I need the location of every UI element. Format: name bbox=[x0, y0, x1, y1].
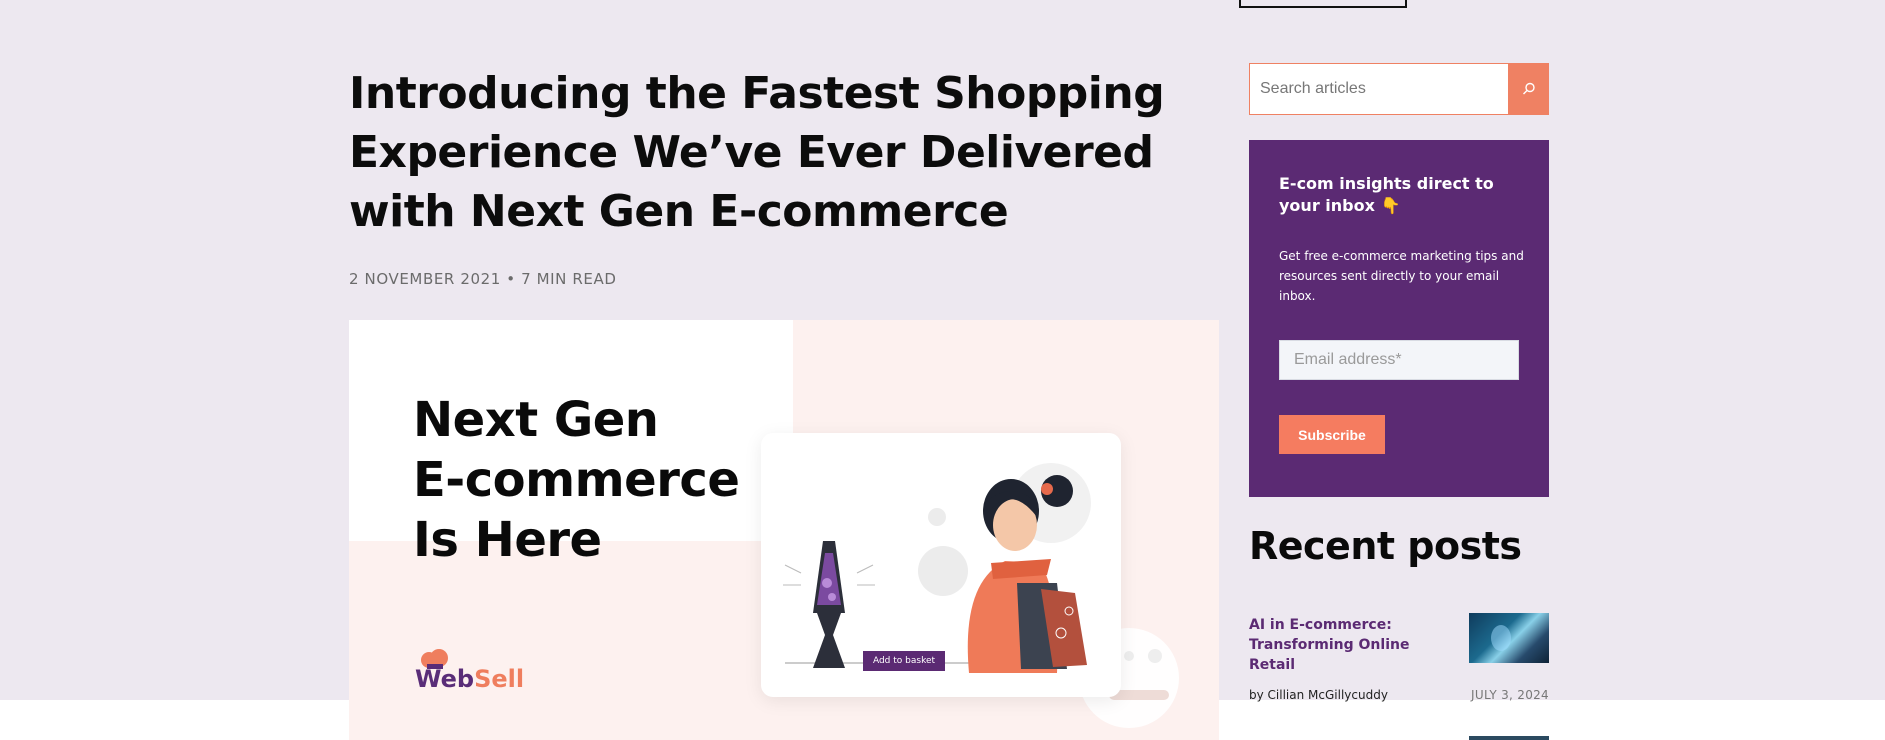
search-button[interactable] bbox=[1508, 63, 1549, 115]
article-date: 2 NOVEMBER 2021 bbox=[349, 270, 501, 288]
subscribe-button[interactable]: Subscribe bbox=[1279, 415, 1385, 454]
search-input[interactable] bbox=[1250, 64, 1508, 114]
recent-post-link[interactable]: AI in E-commerce: Transforming Online Re… bbox=[1249, 615, 1449, 675]
recent-posts-title: Recent posts bbox=[1249, 524, 1522, 568]
recent-post-date: JULY 3, 2024 bbox=[1471, 688, 1549, 702]
email-field[interactable] bbox=[1279, 340, 1519, 380]
meta-separator: • bbox=[506, 270, 516, 288]
add-to-basket-label: Add to basket bbox=[872, 656, 936, 666]
hero-image: Next Gen E-commerce Is Here Add to baske… bbox=[349, 320, 1219, 740]
search-box bbox=[1249, 63, 1549, 115]
lava-lamp-icon bbox=[783, 541, 875, 668]
newsletter-box: E-com insights direct to your inbox 👇 Ge… bbox=[1249, 140, 1549, 497]
newsletter-description: Get free e-commerce marketing tips and r… bbox=[1279, 249, 1524, 303]
next-post-thumbnail[interactable] bbox=[1469, 736, 1549, 740]
add-to-basket-button[interactable]: Add to basket bbox=[863, 651, 945, 671]
newsletter-title: E-com insights direct to your inbox 👇 bbox=[1279, 174, 1494, 215]
recent-post-author: by Cillian McGillycuddy bbox=[1249, 688, 1388, 702]
article-read-time: 7 MIN READ bbox=[521, 270, 617, 288]
hero-illustration-card: Add to basket bbox=[761, 433, 1121, 697]
websell-logo-text: WebSell bbox=[415, 665, 525, 693]
article-meta: 2 NOVEMBER 2021 • 7 MIN READ bbox=[349, 270, 616, 288]
header-nav-button-edge[interactable] bbox=[1239, 0, 1407, 8]
search-icon bbox=[1522, 82, 1535, 95]
article-title: Introducing the Fastest Shopping Experie… bbox=[349, 68, 1165, 237]
recent-post-thumbnail[interactable] bbox=[1469, 613, 1549, 663]
